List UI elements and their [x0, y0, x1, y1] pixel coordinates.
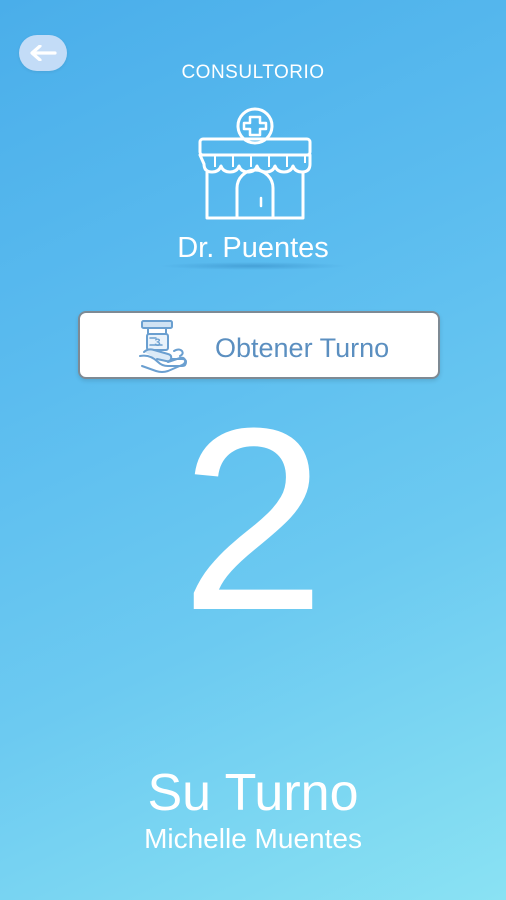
patient-name: Michelle Muentes [144, 823, 362, 854]
page-title: CONSULTORIO [181, 62, 325, 83]
obtener-turno-label: Obtener Turno [215, 333, 390, 363]
clinic-building-icon [193, 106, 317, 224]
ticket-number: 3 [154, 337, 160, 349]
turno-screen: CONSULTORIO Dr. Puentes 3 Obtener Turno … [0, 0, 506, 900]
su-turno-heading: Su Turno [147, 764, 359, 822]
doctor-name: Dr. Puentes [177, 232, 329, 264]
current-turn-number: 2 [180, 375, 326, 665]
arrow-left-icon [29, 45, 57, 61]
obtener-turno-button[interactable]: 3 Obtener Turno [78, 311, 440, 379]
name-underline-shadow [158, 262, 348, 270]
ticket-dispenser-icon: 3 [134, 318, 194, 376]
